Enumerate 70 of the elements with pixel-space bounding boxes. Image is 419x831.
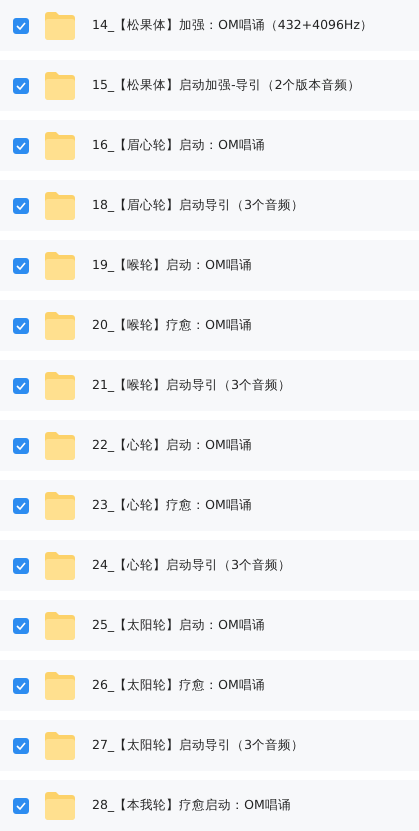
check-icon [16,742,26,750]
folder-icon [45,492,75,520]
check-icon [16,262,26,270]
checkbox[interactable] [13,78,29,94]
folder-row[interactable]: 19_【喉轮】启动：OM唱诵 [0,240,419,291]
folder-row[interactable]: 18_【眉心轮】启动导引（3个音频） [0,180,419,231]
checkbox[interactable] [13,558,29,574]
folder-row[interactable]: 23_【心轮】疗愈：OM唱诵 [0,480,419,531]
folder-icon [45,12,75,40]
folder-name: 20_【喉轮】疗愈：OM唱诵 [92,317,252,334]
folder-row[interactable]: 21_【喉轮】启动导引（3个音频） [0,360,419,411]
check-icon [16,562,26,570]
folder-name: 25_【太阳轮】启动：OM唱诵 [92,617,265,634]
folder-name: 23_【心轮】疗愈：OM唱诵 [92,497,252,514]
folder-name: 18_【眉心轮】启动导引（3个音频） [92,197,304,214]
folder-icon [45,372,75,400]
folder-icon [45,192,75,220]
checkbox[interactable] [13,318,29,334]
folder-icon [45,252,75,280]
checkbox[interactable] [13,618,29,634]
folder-row[interactable]: 28_【本我轮】疗愈启动：OM唱诵 [0,780,419,831]
checkbox[interactable] [13,258,29,274]
check-icon [16,22,26,30]
check-icon [16,202,26,210]
check-icon [16,382,26,390]
folder-name: 26_【太阳轮】疗愈：OM唱诵 [92,677,265,694]
folder-icon [45,312,75,340]
folder-name: 15_【松果体】启动加强-导引（2个版本音频） [92,77,361,94]
folder-icon [45,612,75,640]
check-icon [16,142,26,150]
folder-row[interactable]: 14_【松果体】加强：OM唱诵（432+4096Hz） [0,0,419,51]
folder-row[interactable]: 27_【太阳轮】启动导引（3个音频） [0,720,419,771]
check-icon [16,322,26,330]
folder-row[interactable]: 15_【松果体】启动加强-导引（2个版本音频） [0,60,419,111]
folder-name: 21_【喉轮】启动导引（3个音频） [92,377,292,394]
checkbox[interactable] [13,798,29,814]
folder-icon [45,132,75,160]
folder-row[interactable]: 22_【心轮】启动：OM唱诵 [0,420,419,471]
folder-name: 24_【心轮】启动导引（3个音频） [92,557,292,574]
folder-icon [45,732,75,760]
check-icon [16,82,26,90]
check-icon [16,682,26,690]
checkbox[interactable] [13,138,29,154]
checkbox[interactable] [13,198,29,214]
folder-row[interactable]: 20_【喉轮】疗愈：OM唱诵 [0,300,419,351]
checkbox[interactable] [13,18,29,34]
checkbox[interactable] [13,498,29,514]
folder-row[interactable]: 16_【眉心轮】启动：OM唱诵 [0,120,419,171]
checkbox[interactable] [13,738,29,754]
folder-icon [45,672,75,700]
check-icon [16,442,26,450]
check-icon [16,502,26,510]
checkbox[interactable] [13,678,29,694]
folder-name: 27_【太阳轮】启动导引（3个音频） [92,737,304,754]
folder-icon [45,72,75,100]
folder-name: 16_【眉心轮】启动：OM唱诵 [92,137,265,154]
check-icon [16,622,26,630]
checkbox[interactable] [13,378,29,394]
folder-icon [45,552,75,580]
folder-name: 28_【本我轮】疗愈启动：OM唱诵 [92,797,291,814]
folder-name: 22_【心轮】启动：OM唱诵 [92,437,252,454]
folder-icon [45,432,75,460]
check-icon [16,802,26,810]
folder-row[interactable]: 26_【太阳轮】疗愈：OM唱诵 [0,660,419,711]
folder-icon [45,792,75,820]
folder-name: 19_【喉轮】启动：OM唱诵 [92,257,252,274]
folder-row[interactable]: 24_【心轮】启动导引（3个音频） [0,540,419,591]
folder-name: 14_【松果体】加强：OM唱诵（432+4096Hz） [92,17,373,34]
folder-row[interactable]: 25_【太阳轮】启动：OM唱诵 [0,600,419,651]
checkbox[interactable] [13,438,29,454]
